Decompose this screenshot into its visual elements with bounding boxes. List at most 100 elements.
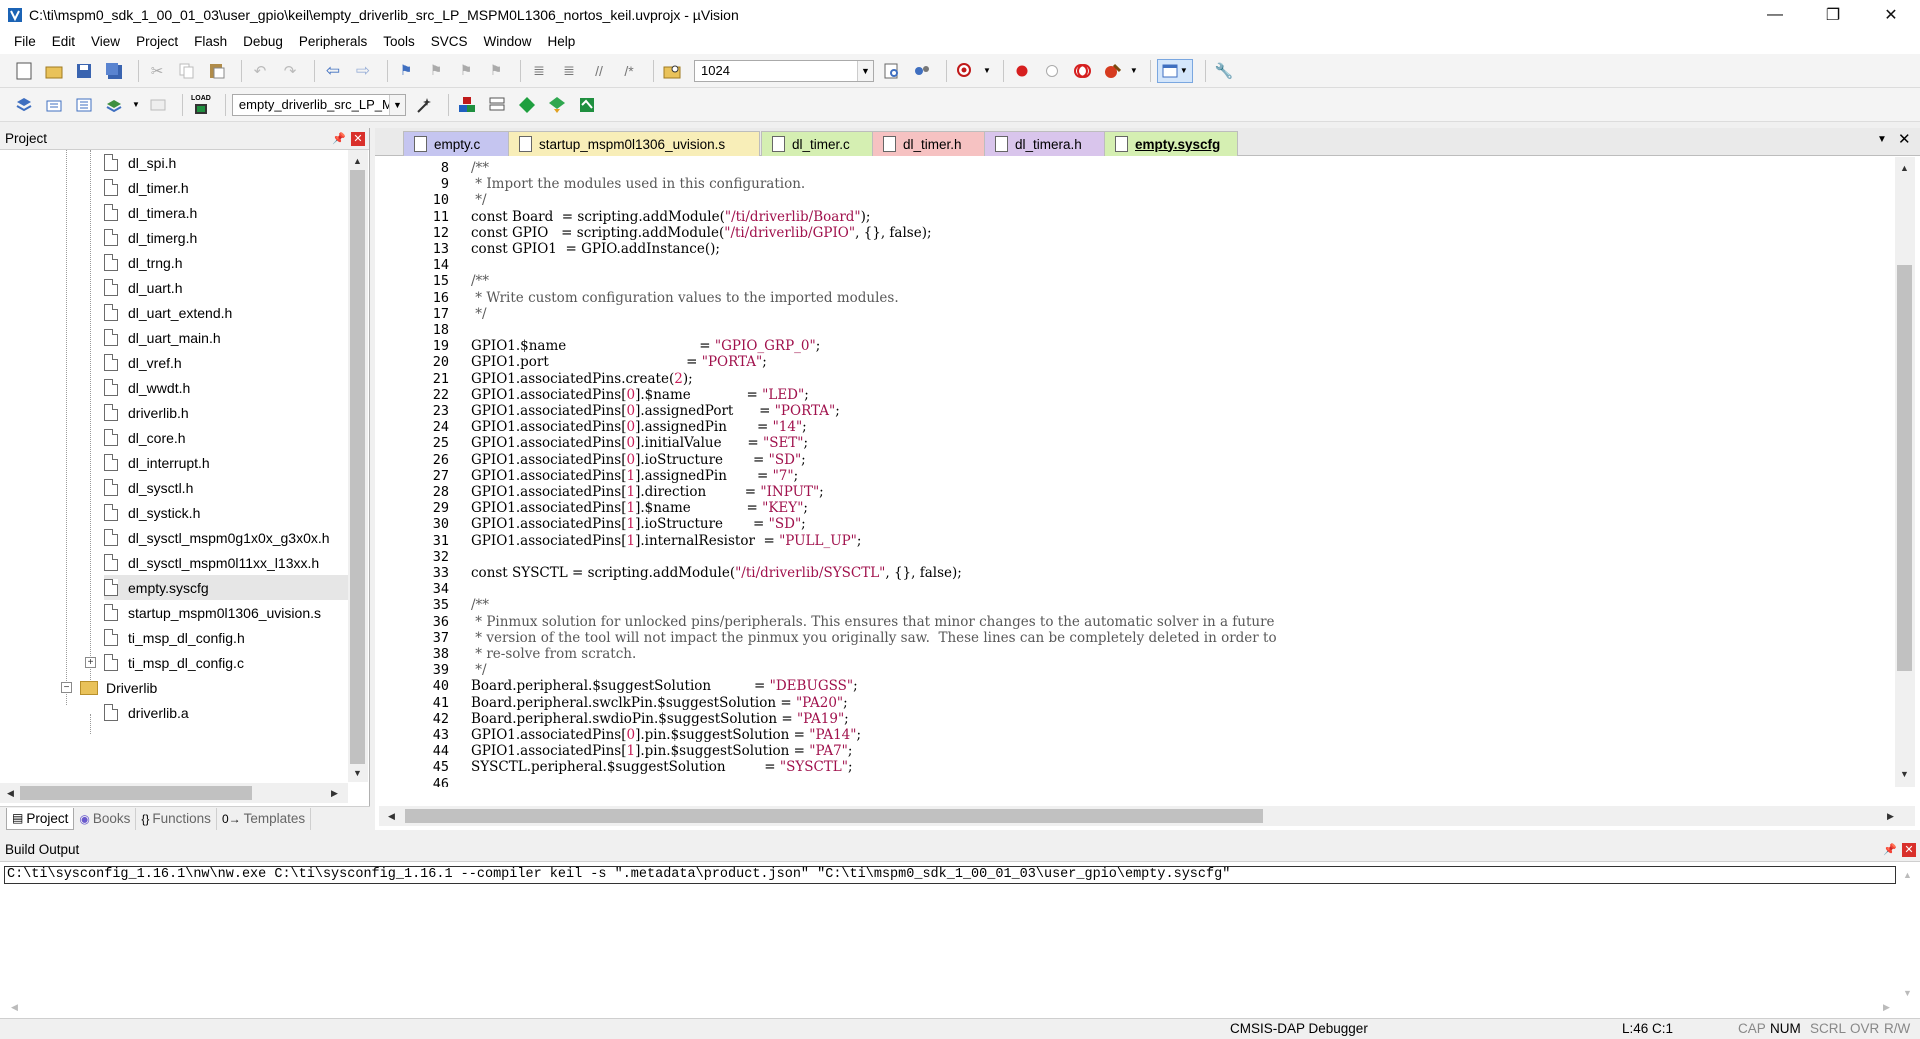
build-button[interactable] — [42, 93, 66, 117]
batch-build-button[interactable] — [102, 93, 126, 117]
batch-dropdown-icon[interactable]: ▼ — [132, 100, 140, 109]
nav-back-button[interactable]: ⇦ — [321, 59, 345, 83]
tree-file[interactable]: dl_wwdt.h — [104, 375, 190, 400]
save-all-button[interactable] — [102, 59, 126, 83]
scroll-thumb[interactable] — [405, 809, 1263, 823]
tree-file[interactable]: dl_sysctl.h — [104, 475, 193, 500]
tree-file-selected[interactable]: empty.syscfg — [104, 575, 348, 600]
editor-horizontal-scrollbar[interactable]: ◀ ▶ — [379, 806, 1915, 826]
manage-components-button[interactable] — [455, 93, 479, 117]
tree-file[interactable]: dl_sysctl_mspm0l11xx_l13xx.h — [104, 550, 319, 575]
maximize-button[interactable]: ❐ — [1804, 0, 1862, 30]
insert-breakpoint-button[interactable] — [1010, 59, 1034, 83]
select-packs-button[interactable] — [515, 93, 539, 117]
translate-button[interactable] — [12, 93, 36, 117]
tree-file[interactable]: dl_vref.h — [104, 350, 182, 375]
menu-tools[interactable]: Tools — [375, 30, 423, 54]
build-vertical-scrollbar[interactable]: ▲ ▼ — [1898, 864, 1918, 1004]
chevron-down-icon[interactable]: ▼ — [857, 60, 873, 81]
scroll-up-icon[interactable]: ▲ — [1899, 866, 1916, 883]
close-pane-button[interactable]: ✕ — [351, 131, 365, 146]
scroll-right-icon[interactable]: ▶ — [1882, 808, 1899, 825]
pin-icon[interactable]: 📌 — [331, 132, 347, 145]
tab-functions[interactable]: {} Functions — [136, 807, 217, 830]
tree-file[interactable]: dl_interrupt.h — [104, 450, 210, 475]
unindent-button[interactable]: ≣ — [557, 59, 581, 83]
menu-project[interactable]: Project — [128, 30, 186, 54]
menu-flash[interactable]: Flash — [186, 30, 235, 54]
browse-button[interactable] — [910, 59, 934, 83]
editor-tab-active[interactable]: empty.syscfg — [1104, 131, 1238, 156]
file-extensions-button[interactable] — [485, 93, 509, 117]
menu-debug[interactable]: Debug — [235, 30, 291, 54]
indent-button[interactable]: ≣ — [527, 59, 551, 83]
scroll-left-icon[interactable]: ◀ — [383, 808, 400, 825]
rebuild-button[interactable] — [72, 93, 96, 117]
menu-svcs[interactable]: SVCS — [423, 30, 476, 54]
scroll-down-icon[interactable]: ▼ — [349, 764, 366, 781]
tree-file[interactable]: dl_spi.h — [104, 150, 176, 175]
paste-button[interactable] — [205, 59, 229, 83]
prev-bookmark-button[interactable]: ⚑ — [424, 59, 448, 83]
breakpoint-dropdown-icon[interactable]: ▼ — [1130, 66, 1138, 75]
window-layout-button[interactable]: ▼ — [1156, 58, 1193, 83]
menu-edit[interactable]: Edit — [44, 30, 83, 54]
menu-view[interactable]: View — [83, 30, 128, 54]
tree-file[interactable]: ti_msp_dl_config.c — [104, 650, 244, 675]
project-horizontal-scrollbar[interactable]: ◀ ▶ — [0, 783, 348, 803]
nav-forward-button[interactable]: ⇨ — [351, 59, 375, 83]
disable-breakpoints-button[interactable] — [1070, 59, 1094, 83]
redo-button[interactable]: ↷ — [278, 59, 302, 83]
bookmark-button[interactable]: ⚑ — [394, 59, 418, 83]
build-horizontal-scrollbar[interactable]: ◀ ▶ — [4, 998, 1898, 1016]
scroll-thumb[interactable] — [20, 786, 252, 800]
tree-file[interactable]: driverlib.h — [104, 400, 189, 425]
target-options-button[interactable] — [412, 93, 436, 117]
next-bookmark-button[interactable]: ⚑ — [454, 59, 478, 83]
debug-dropdown-icon[interactable]: ▼ — [983, 66, 991, 75]
find-combo[interactable]: 1024 ▼ — [694, 59, 874, 82]
kill-breakpoints-button[interactable] — [1100, 59, 1124, 83]
tab-project[interactable]: ▤ Project — [6, 807, 75, 830]
new-file-button[interactable] — [12, 59, 36, 83]
pin-icon[interactable]: 📌 — [1882, 843, 1898, 856]
tab-books[interactable]: ◉ Books — [74, 807, 137, 830]
device-database-button[interactable] — [575, 93, 599, 117]
scroll-right-icon[interactable]: ▶ — [326, 785, 343, 802]
code-editor[interactable]: 8 9 10 11 12 13 14 15 16 17 18 19 20 21 22 23 24 25 26 27 28… — [379, 157, 1895, 787]
open-file-button[interactable] — [42, 59, 66, 83]
scroll-up-icon[interactable]: ▲ — [349, 152, 366, 169]
tree-file[interactable]: dl_sysctl_mspm0g1x0x_g3x0x.h — [104, 525, 330, 550]
tree-file[interactable]: dl_core.h — [104, 425, 186, 450]
tree-file[interactable]: startup_mspm0l1306_uvision.s — [104, 600, 321, 625]
enable-breakpoint-button[interactable] — [1040, 59, 1064, 83]
debug-session-button[interactable] — [953, 59, 977, 83]
menu-file[interactable]: File — [6, 30, 44, 54]
close-pane-button[interactable]: ✕ — [1902, 842, 1916, 857]
collapse-toggle[interactable]: − — [61, 682, 72, 693]
target-select[interactable]: empty_driverlib_src_LP_M ▼ — [231, 93, 406, 116]
tree-file[interactable]: dl_uart_main.h — [104, 325, 221, 350]
editor-tab[interactable]: dl_timera.h — [984, 131, 1112, 156]
tree-group[interactable]: Driverlib — [80, 675, 157, 700]
build-output-text[interactable]: C:\ti\sysconfig_1.16.1\nw\nw.exe C:\ti\s… — [4, 866, 1896, 884]
editor-tab[interactable]: startup_mspm0l1306_uvision.s — [508, 131, 760, 156]
pack-installer-button[interactable] — [545, 93, 569, 117]
editor-vertical-scrollbar[interactable]: ▲ ▼ — [1895, 157, 1915, 787]
clear-bookmarks-button[interactable]: ⚑ — [484, 59, 508, 83]
copy-button[interactable] — [175, 59, 199, 83]
tree-file[interactable]: driverlib.a — [104, 700, 189, 725]
expand-toggle[interactable]: + — [85, 657, 96, 668]
scroll-down-icon[interactable]: ▼ — [1899, 984, 1916, 1001]
editor-tab[interactable]: dl_timer.c — [761, 131, 879, 156]
chevron-down-icon[interactable]: ▼ — [388, 94, 405, 115]
tree-file[interactable]: dl_uart.h — [104, 275, 182, 300]
find-in-files-button[interactable] — [660, 59, 684, 83]
tree-file[interactable]: dl_trng.h — [104, 250, 182, 275]
editor-tab[interactable]: dl_timer.h — [872, 131, 990, 156]
configure-button[interactable]: 🔧 — [1212, 59, 1236, 83]
scroll-up-icon[interactable]: ▲ — [1896, 159, 1913, 176]
tab-list-dropdown-icon[interactable]: ▼ — [1877, 134, 1887, 145]
menu-peripherals[interactable]: Peripherals — [291, 30, 375, 54]
incremental-find-button[interactable] — [880, 59, 904, 83]
